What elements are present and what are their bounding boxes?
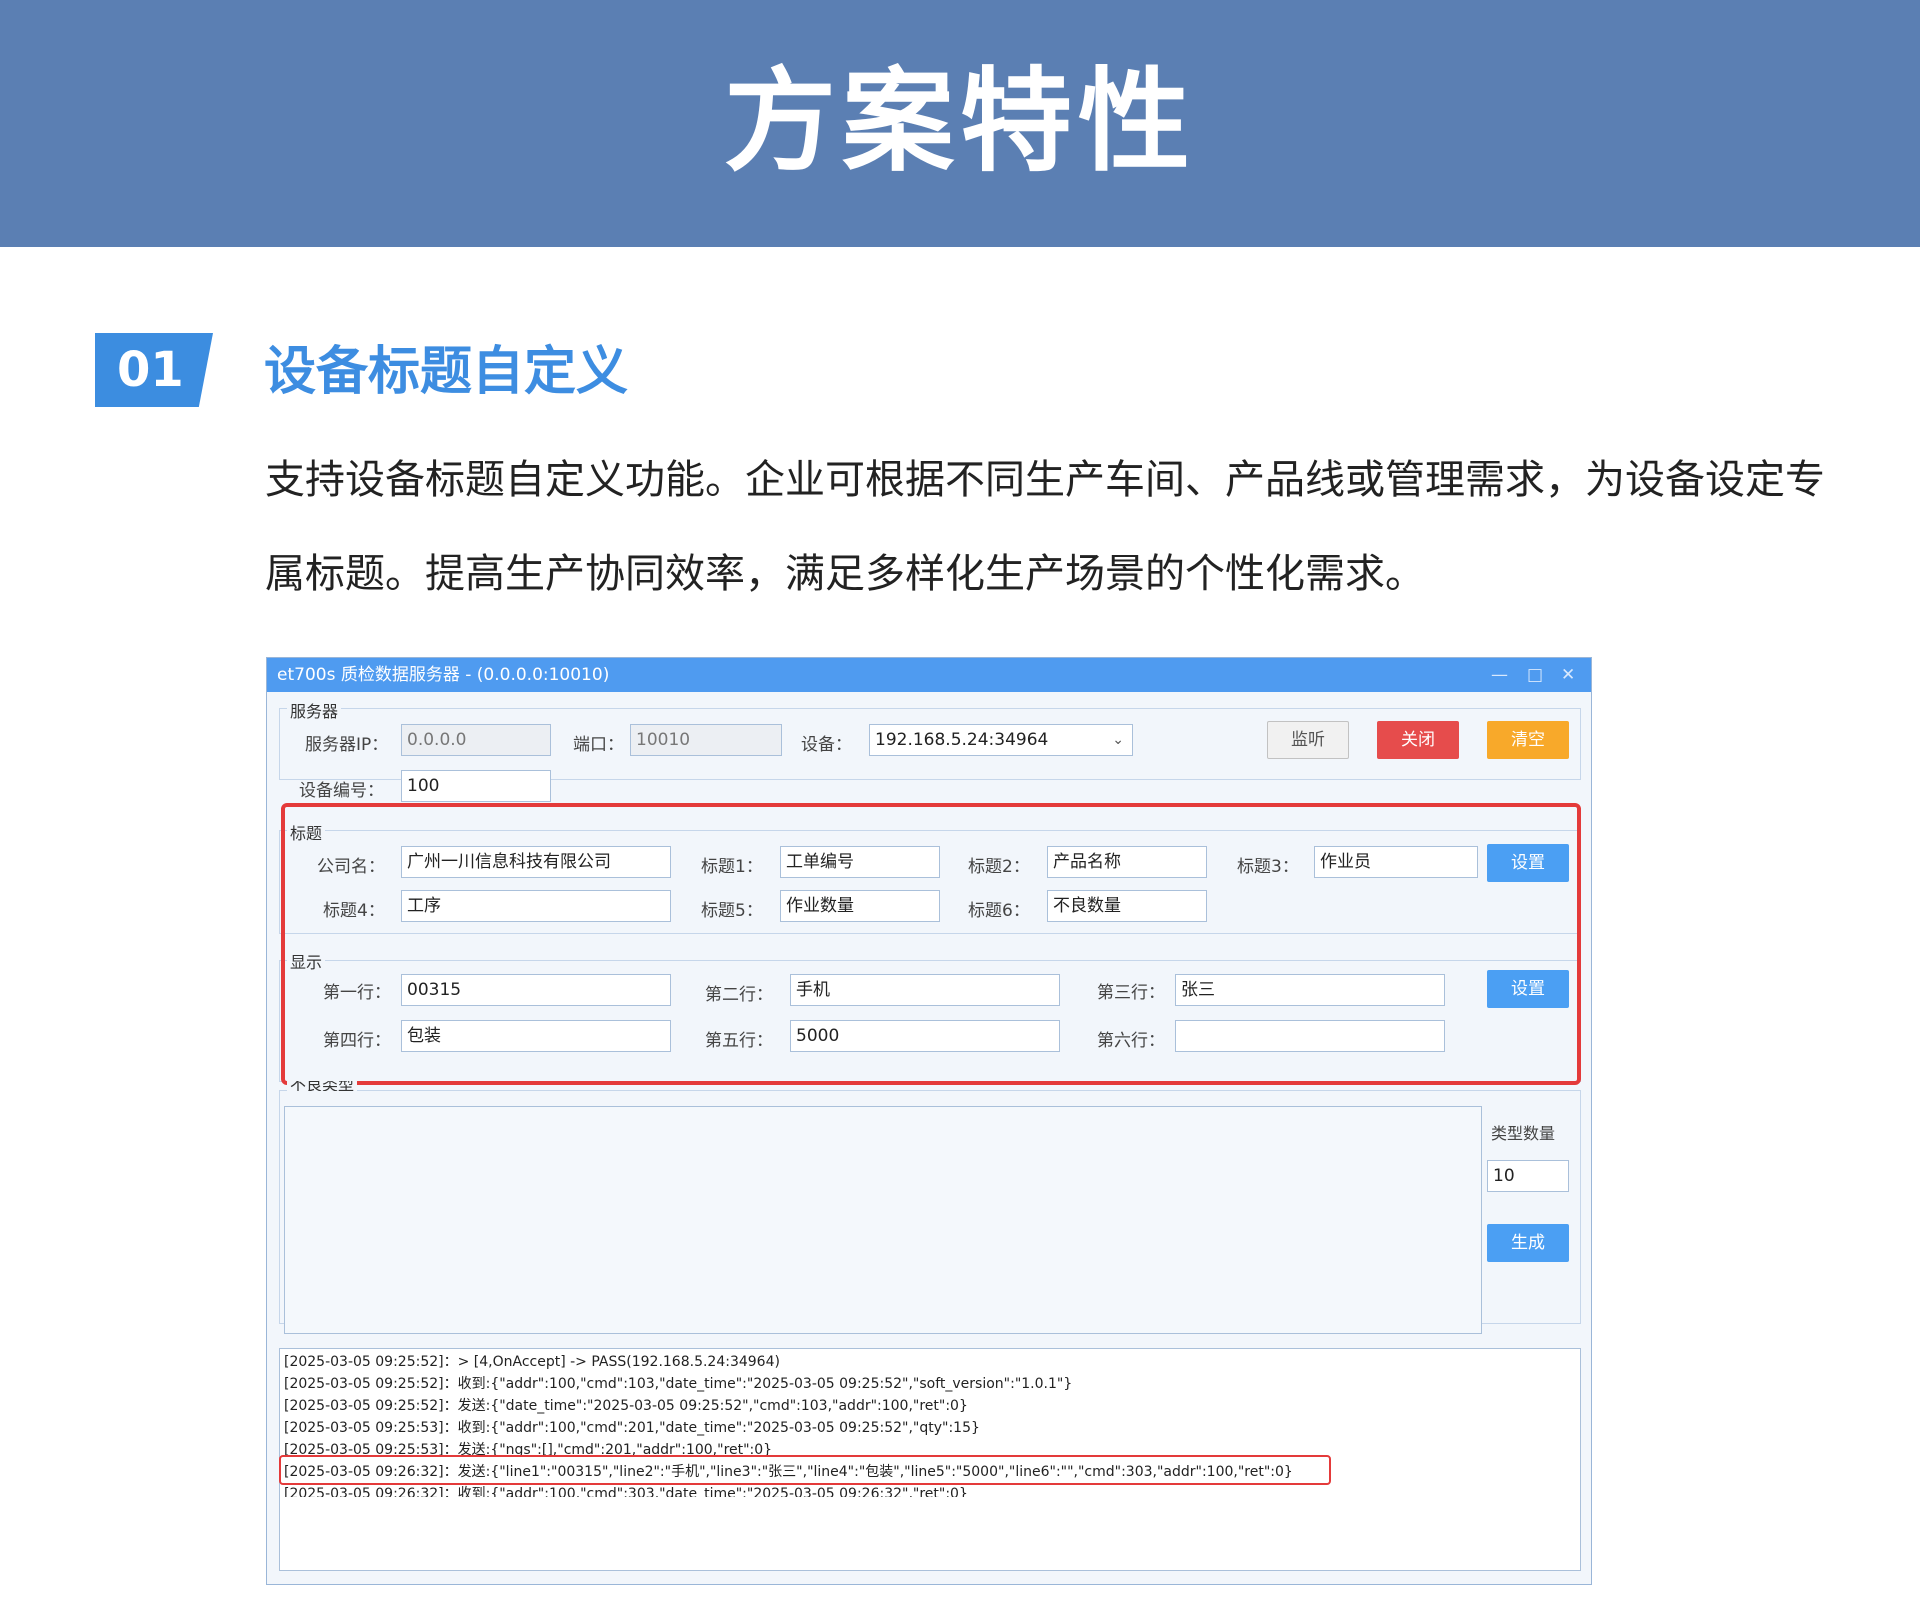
type-count-input[interactable]: 10 xyxy=(1487,1160,1569,1192)
chevron-down-icon: ⌄ xyxy=(1112,732,1124,748)
port-input[interactable]: 10010 xyxy=(630,724,782,756)
port-label: 端口： xyxy=(573,735,624,755)
section-number-badge: 01 xyxy=(95,333,213,407)
device-no-label: 设备编号： xyxy=(299,781,384,801)
window-title: et700s 质检数据服务器 - (0.0.0.0:10010) xyxy=(277,665,610,685)
defects-group-label: 不良类型 xyxy=(287,1081,358,1091)
header-banner: 方案特性 xyxy=(0,0,1920,247)
maximize-icon[interactable]: □ xyxy=(1527,658,1543,692)
defects-textarea[interactable] xyxy=(284,1106,1482,1334)
highlight-box xyxy=(281,803,1581,1085)
window-titlebar: et700s 质检数据服务器 - (0.0.0.0:10010) xyxy=(267,658,1591,692)
log-line: [2025-03-05 09:26:32]：收到:{"addr":100,"cm… xyxy=(284,1486,968,1497)
close-button[interactable]: 关闭 xyxy=(1377,721,1459,759)
generate-button[interactable]: 生成 xyxy=(1487,1224,1569,1262)
server-group-label: 服务器 xyxy=(287,698,342,722)
section-description: 支持设备标题自定义功能。企业可根据不同生产车间、产品线或管理需求，为设备设定专属… xyxy=(265,457,1825,597)
log-line: [2025-03-05 09:25:52]：收到:{"addr":100,"cm… xyxy=(284,1376,1073,1392)
server-ip-input[interactable]: 0.0.0.0 xyxy=(401,724,551,756)
log-line: [2025-03-05 09:25:53]：收到:{"addr":100,"cm… xyxy=(284,1420,980,1436)
section-title: 设备标题自定义 xyxy=(264,342,629,402)
device-label: 设备： xyxy=(801,735,852,755)
log-highlight-box xyxy=(279,1455,1331,1485)
app-window: et700s 质检数据服务器 - (0.0.0.0:10010) — □ ✕ 服… xyxy=(266,657,1592,1585)
close-icon[interactable]: ✕ xyxy=(1561,658,1575,692)
device-no-input[interactable]: 100 xyxy=(401,770,551,802)
device-select[interactable]: 192.168.5.24:34964 ⌄ xyxy=(869,724,1133,756)
device-select-value: 192.168.5.24:34964 xyxy=(875,730,1049,750)
clear-button[interactable]: 清空 xyxy=(1487,721,1569,759)
server-ip-label: 服务器IP： xyxy=(305,735,389,755)
log-line: [2025-03-05 09:25:52]：> [4,OnAccept] -> … xyxy=(284,1354,780,1370)
log-line: [2025-03-05 09:25:52]：发送:{"date_time":"2… xyxy=(284,1398,968,1414)
banner-title: 方案特性 xyxy=(724,57,1196,187)
listen-button[interactable]: 监听 xyxy=(1267,721,1349,759)
type-count-label: 类型数量 xyxy=(1491,1124,1556,1143)
minimize-icon[interactable]: — xyxy=(1491,658,1508,692)
